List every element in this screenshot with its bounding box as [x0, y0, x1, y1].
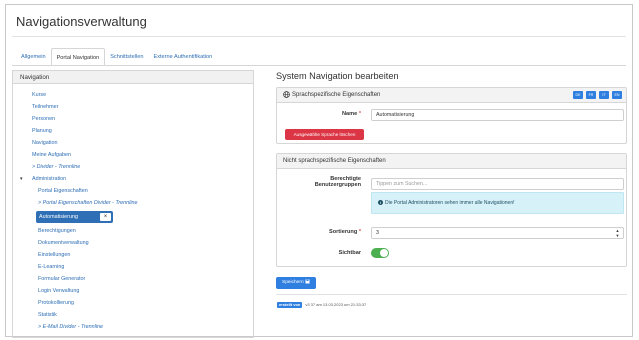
created-badge: erstellt von: [277, 302, 303, 308]
language-switcher: DE FR IT EN: [573, 91, 622, 99]
user-groups-label: Berechtigte Benutzergruppen: [299, 176, 361, 188]
nav-item-planung[interactable]: Planung: [32, 128, 52, 134]
nav-item-divider[interactable]: > Divider - Trennline: [32, 164, 80, 170]
nav-item-formular-generator[interactable]: Formular Generator: [38, 276, 85, 282]
page-title: Navigationsverwaltung: [16, 14, 147, 29]
sort-value: 3: [376, 230, 379, 236]
tab-schnittstellen[interactable]: Schnittstellen: [105, 48, 148, 66]
language-properties-header: Sprachspezifische Eigenschaften DE FR IT…: [277, 88, 626, 103]
chevron-down-icon[interactable]: ▾: [20, 176, 23, 182]
name-label: Name *: [317, 111, 361, 117]
save-button[interactable]: Speichern: [276, 277, 316, 289]
save-button-label: Speichern: [282, 280, 304, 285]
nav-item-portal-divider[interactable]: > Portal Eigenschaften Divider - Trennli…: [38, 200, 138, 206]
sort-label-text: Sortierung: [328, 229, 358, 235]
required-mark: *: [358, 111, 361, 117]
language-button-fr[interactable]: FR: [586, 91, 596, 99]
tab-divider: [12, 65, 626, 66]
user-groups-label-line-2: Benutzergruppen: [314, 182, 361, 188]
nav-item-login-verwaltung[interactable]: Login Verwaltung: [38, 288, 79, 294]
created-text: v3 37 am 13.03.2023 um 21:33:37: [305, 302, 367, 307]
stepper-icon[interactable]: ▲ ▼: [614, 228, 621, 238]
nav-item-e-learning[interactable]: E-Learning: [38, 264, 64, 270]
nav-item-administration[interactable]: Administration: [32, 176, 66, 182]
nav-item-einstellungen[interactable]: Einstellungen: [38, 252, 70, 258]
general-properties-header: Nicht sprachspezifische Eigenschaften: [277, 154, 626, 169]
nav-item-kurse[interactable]: Kurse: [32, 92, 46, 98]
visible-label: Sichtbar: [338, 250, 361, 256]
name-label-text: Name: [342, 111, 358, 117]
nav-item-berechtigungen[interactable]: Berechtigungen: [38, 228, 76, 234]
info-alert: i Die Portal Administratoren sehen immer …: [371, 192, 624, 214]
nav-item-email-divider[interactable]: > E-Mail Divider - Trennline: [38, 324, 103, 330]
tab-externe-authentifikation[interactable]: Externe Authentifikation: [148, 48, 217, 66]
language-button-it[interactable]: IT: [599, 91, 609, 99]
nav-item-protokollierung[interactable]: Protokollierung: [38, 300, 74, 306]
required-mark: *: [358, 229, 361, 235]
language-button-en[interactable]: EN: [612, 91, 622, 99]
nav-item-dokumentverwaltung[interactable]: Dokumentverwaltung: [38, 240, 89, 246]
nav-item-navigation[interactable]: Navigation: [32, 140, 57, 146]
info-icon: i: [378, 200, 383, 206]
name-input[interactable]: Automatisierung: [371, 109, 624, 121]
save-icon: [305, 279, 310, 284]
tab-bar: Allgemein Portal Navigation Schnittstell…: [16, 48, 217, 66]
nav-item-portal-eigenschaften[interactable]: Portal Eigenschaften: [38, 188, 88, 194]
sort-label: Sortierung *: [299, 229, 361, 235]
nav-item-meine-aufgaben[interactable]: Meine Aufgaben: [32, 152, 71, 158]
nav-item-teilnehmer[interactable]: Teilnehmer: [32, 104, 58, 110]
created-info: erstellt von v3 37 am 13.03.2023 um 21:33…: [277, 302, 366, 308]
language-properties-title: Sprachspezifische Eigenschaften: [292, 92, 381, 98]
visible-toggle[interactable]: [371, 248, 389, 258]
general-properties-card: Nicht sprachspezifische Eigenschaften Be…: [276, 153, 627, 267]
language-button-de[interactable]: DE: [573, 91, 583, 99]
nav-item-label: Automatisierung: [39, 214, 78, 220]
tab-portal-navigation[interactable]: Portal Navigation: [50, 48, 106, 66]
navigation-panel-header: Navigation: [13, 71, 253, 84]
title-divider: [12, 36, 626, 37]
nav-item-statistik[interactable]: Statistik: [38, 312, 57, 318]
toggle-knob: [380, 249, 388, 257]
globe-icon: [283, 91, 290, 98]
tab-allgemein[interactable]: Allgemein: [16, 48, 51, 66]
info-text: Die Portal Administratoren sehen immer a…: [385, 200, 515, 206]
close-icon[interactable]: ×: [100, 213, 111, 221]
sort-input[interactable]: 3 ▲ ▼: [371, 227, 624, 239]
editor-title: System Navigation bearbeiten: [276, 71, 399, 81]
language-properties-card: Sprachspezifische Eigenschaften DE FR IT…: [276, 87, 627, 144]
nav-item-personen[interactable]: Personen: [32, 116, 55, 122]
delete-language-button[interactable]: Ausgewählte Sprache löschen: [285, 129, 364, 140]
user-groups-search-input[interactable]: Tippen zum Suchen...: [371, 178, 624, 190]
footer-divider: [276, 294, 627, 295]
nav-item-automatisierung-selected[interactable]: Automatisierung ×: [36, 211, 113, 223]
